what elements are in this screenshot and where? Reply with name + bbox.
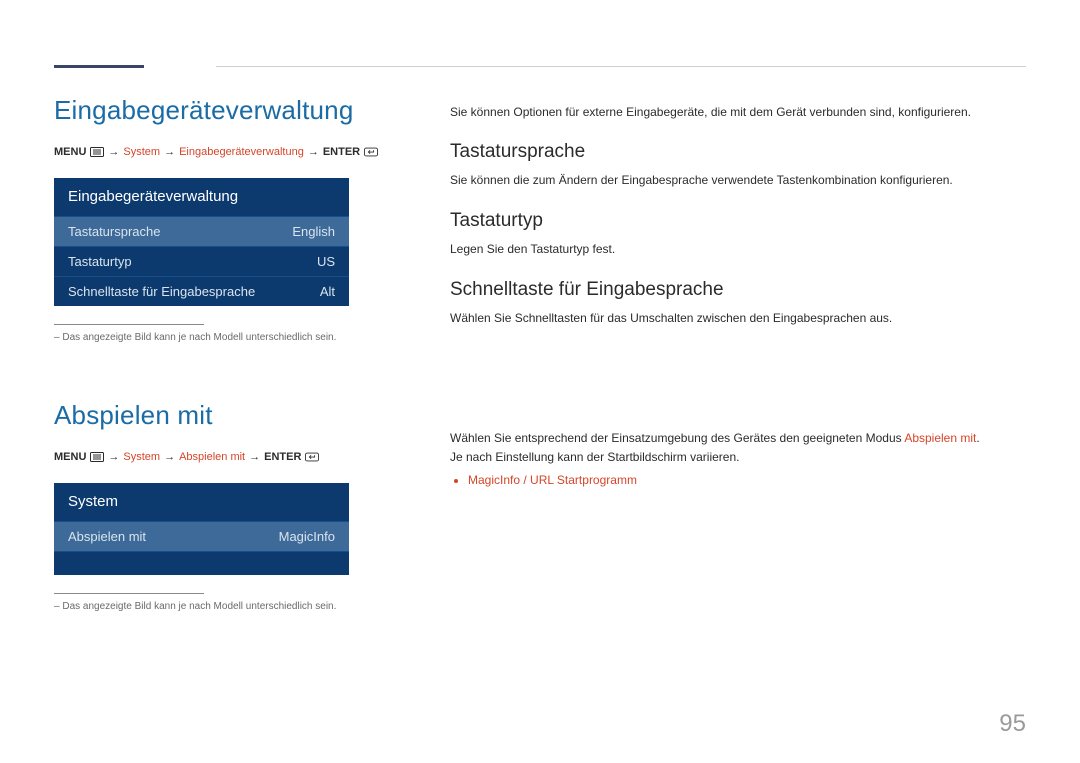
menu-icon <box>90 147 104 158</box>
menu-row-label: Schnelltaste für Eingabesprache <box>68 284 255 299</box>
crumb-arrow: → <box>108 146 119 158</box>
breadcrumb-1: MENU → System → Eingabegeräteverwaltung … <box>54 146 400 158</box>
menu-row-value: MagicInfo <box>279 529 335 544</box>
crumb-arrow: → <box>308 146 319 158</box>
note-divider <box>54 324 204 325</box>
crumb-arrow: → <box>249 451 260 463</box>
crumb-enter-label: ENTER <box>323 146 360 158</box>
right-column: Sie können Optionen für externe Eingabeg… <box>450 95 1026 614</box>
crumb-current: Eingabegeräteverwaltung <box>179 146 304 158</box>
abspielen-line2: Je nach Einstellung kann der Startbildsc… <box>450 448 1026 467</box>
subheading-schnelltaste: Schnelltaste für Eingabesprache <box>450 279 1026 301</box>
breadcrumb-2: MENU → System → Abspielen mit → ENTER <box>54 451 400 463</box>
section-abspielen: Abspielen mit MENU → System → Abspielen … <box>54 400 400 614</box>
header-divider <box>216 66 1026 67</box>
note-text-1: Das angezeigte Bild kann je nach Modell … <box>54 331 400 345</box>
subheading-tastatursprache: Tastatursprache <box>450 141 1026 163</box>
line1-accent: Abspielen mit <box>904 431 976 445</box>
section-title-2: Abspielen mit <box>54 400 400 431</box>
note-divider <box>54 593 204 594</box>
crumb-menu-label: MENU <box>54 451 86 463</box>
crumb-enter-label: ENTER <box>264 451 301 463</box>
menu-row-tastatursprache[interactable]: Tastatursprache English <box>54 216 349 246</box>
menu-row-schnelltaste[interactable]: Schnelltaste für Eingabesprache Alt <box>54 276 349 306</box>
crumb-arrow: → <box>108 451 119 463</box>
menu-panel-2-header: System <box>54 483 349 521</box>
subheading-tastaturtyp: Tastaturtyp <box>450 210 1026 232</box>
note-text-2: Das angezeigte Bild kann je nach Modell … <box>54 600 400 614</box>
crumb-arrow: → <box>164 451 175 463</box>
menu-row-value: US <box>317 254 335 269</box>
menu-panel-1-header: Eingabegeräteverwaltung <box>54 178 349 216</box>
abspielen-bullet-list: MagicInfo / URL Startprogramm <box>450 473 1026 487</box>
section-eingabegeraete: Eingabegeräteverwaltung MENU → System → … <box>54 95 400 345</box>
menu-row-value: Alt <box>320 284 335 299</box>
crumb-menu-label: MENU <box>54 146 86 158</box>
menu-row-label: Tastatursprache <box>68 224 161 239</box>
menu-icon <box>90 452 104 463</box>
crumb-arrow: → <box>164 146 175 158</box>
menu-row-label: Abspielen mit <box>68 529 146 544</box>
crumb-system: System <box>123 451 160 463</box>
crumb-current: Abspielen mit <box>179 451 245 463</box>
body-tastatursprache: Sie können die zum Ändern der Eingabespr… <box>450 171 1026 190</box>
page-content: Eingabegeräteverwaltung MENU → System → … <box>0 0 1080 614</box>
abspielen-line1: Wählen Sie entsprechend der Einsatzumgeb… <box>450 429 1026 448</box>
line1-post: . <box>976 431 979 445</box>
menu-spacer <box>54 551 349 575</box>
menu-panel-2: System Abspielen mit MagicInfo <box>54 483 349 575</box>
intro-text: Sie können Optionen für externe Eingabeg… <box>450 103 1026 121</box>
body-schnelltaste: Wählen Sie Schnelltasten für das Umschal… <box>450 309 1026 328</box>
body-tastaturtyp: Legen Sie den Tastaturtyp fest. <box>450 240 1026 259</box>
header-accent-bar <box>54 65 144 68</box>
enter-icon <box>364 147 378 158</box>
right-block-abspielen: Wählen Sie entsprechend der Einsatzumgeb… <box>450 429 1026 487</box>
menu-row-tastaturtyp[interactable]: Tastaturtyp US <box>54 246 349 276</box>
enter-icon <box>305 452 319 463</box>
menu-row-abspielen[interactable]: Abspielen mit MagicInfo <box>54 521 349 551</box>
bullet-magicinfo: MagicInfo / URL Startprogramm <box>468 473 1026 487</box>
page-number: 95 <box>999 710 1026 738</box>
menu-row-label: Tastaturtyp <box>68 254 132 269</box>
menu-panel-1: Eingabegeräteverwaltung Tastatursprache … <box>54 178 349 306</box>
section-title-1: Eingabegeräteverwaltung <box>54 95 400 126</box>
crumb-system: System <box>123 146 160 158</box>
line1-pre: Wählen Sie entsprechend der Einsatzumgeb… <box>450 431 904 445</box>
left-column: Eingabegeräteverwaltung MENU → System → … <box>54 95 400 614</box>
menu-row-value: English <box>292 224 335 239</box>
